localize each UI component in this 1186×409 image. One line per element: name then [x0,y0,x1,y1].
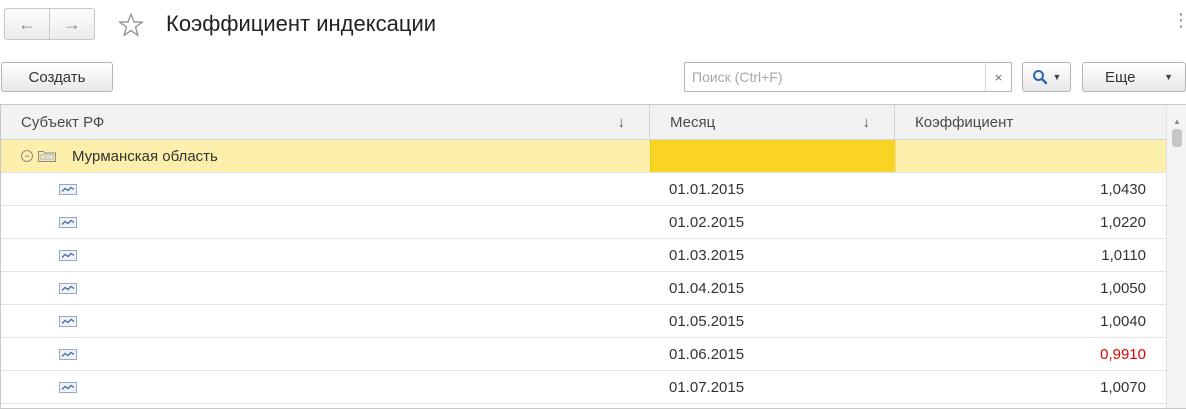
grid-header: Субъект РФ ↓ Месяц ↓ Коэффициент [1,105,1166,140]
group-subject-cell: − Мурманская область [1,140,650,172]
subject-cell [1,305,650,337]
subject-cell [1,206,650,238]
search-box: × [684,62,1012,92]
table-row[interactable]: 01.05.2015 1,0040 [1,305,1166,338]
collapse-icon[interactable]: − [21,150,33,162]
record-icon [59,381,77,393]
table-row[interactable]: 01.02.2015 1,0220 [1,206,1166,239]
coefficient-cell: 1,0070 [1100,378,1146,396]
record-icon [59,282,77,294]
forward-button[interactable]: → [49,9,94,39]
month-cell: 01.07.2015 [669,378,745,396]
favorite-button[interactable] [116,10,146,40]
chevron-down-icon: ▼ [1164,72,1173,82]
record-icon [59,315,77,327]
coefficient-cell: 1,0220 [1100,213,1146,231]
coefficient-cell: 0,9910 [1100,345,1146,363]
page-title: Коэффициент индексации [166,11,437,36]
month-cell: 01.01.2015 [669,180,745,198]
column-header-label: Коэффициент [915,114,1014,131]
coefficient-cell: 1,0050 [1100,279,1146,297]
scroll-thumb[interactable] [1172,129,1182,147]
group-row[interactable]: − Мурманская область [1,140,1166,173]
table-row[interactable]: 01.07.2015 1,0070 [1,371,1166,404]
subject-cell [1,239,650,271]
coefficient-cell: 1,0040 [1100,312,1146,330]
chevron-down-icon: ▼ [1052,72,1062,82]
column-header-label: Субъект РФ [21,114,105,131]
subject-cell [1,371,650,403]
close-icon[interactable]: ⋮ [1172,10,1186,31]
group-month-cell[interactable] [650,140,895,172]
sort-down-icon: ↓ [617,114,626,131]
data-grid: Субъект РФ ↓ Месяц ↓ Коэффициент − Мурма… [0,104,1186,409]
record-icon [59,249,77,261]
sort-down-icon: ↓ [862,114,871,131]
create-button[interactable]: Создать [1,62,113,92]
search-input[interactable] [685,63,985,91]
subject-cell [1,338,650,370]
group-name: Мурманская область [72,147,218,165]
table-row[interactable]: 01.04.2015 1,0050 [1,272,1166,305]
table-row[interactable]: 01.01.2015 1,0430 [1,173,1166,206]
group-coefficient-cell [895,140,1166,172]
record-icon [59,348,77,360]
column-header-coefficient[interactable]: Коэффициент [895,105,1166,140]
vertical-scrollbar[interactable]: ▲ [1166,105,1186,408]
search-icon [1032,70,1047,85]
more-button[interactable]: Еще ▼ [1082,62,1186,92]
record-icon [59,216,77,228]
table-row[interactable]: 01.03.2015 1,0110 [1,239,1166,272]
history-nav: ← → [4,8,95,40]
column-header-label: Месяц [670,114,716,131]
column-header-subject[interactable]: Субъект РФ ↓ [1,105,650,140]
search-clear-button[interactable]: × [985,63,1011,91]
arrow-right-icon: → [63,13,81,34]
month-cell: 01.02.2015 [669,213,745,231]
coefficient-cell: 1,0110 [1101,246,1146,264]
search-options-button[interactable]: ▼ [1022,62,1071,92]
column-header-month[interactable]: Месяц ↓ [650,105,895,140]
back-button[interactable]: ← [5,9,49,39]
record-icon [59,183,77,195]
more-button-label: Еще [1105,68,1136,86]
month-cell: 01.06.2015 [669,345,745,363]
star-icon [118,13,144,37]
subject-cell [1,173,650,205]
arrow-left-icon: ← [18,13,36,34]
month-cell: 01.04.2015 [669,279,745,297]
month-cell: 01.03.2015 [669,246,745,264]
table-row[interactable]: 01.06.2015 0,9910 [1,338,1166,371]
month-cell: 01.05.2015 [669,312,745,330]
scroll-up-icon[interactable]: ▲ [1167,115,1186,127]
coefficient-cell: 1,0430 [1100,180,1146,198]
folder-icon [38,151,56,162]
subject-cell [1,272,650,304]
